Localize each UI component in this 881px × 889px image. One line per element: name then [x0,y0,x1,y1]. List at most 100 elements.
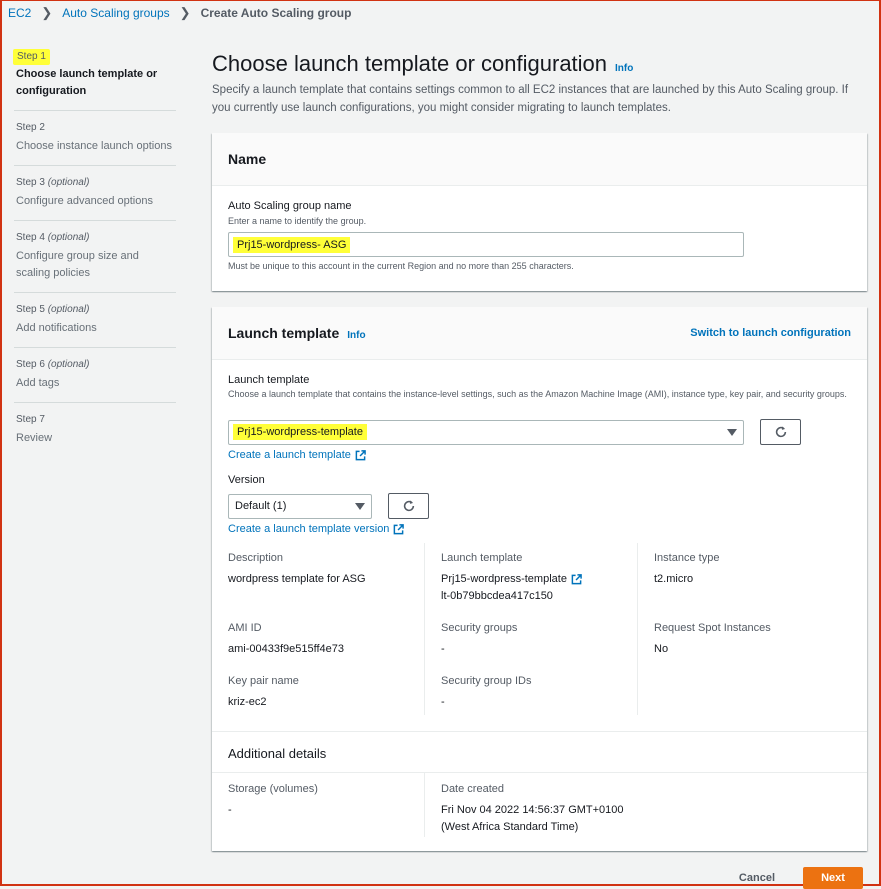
external-link-icon [355,449,366,460]
create-launch-template-text: Create a launch template [228,449,351,461]
detail-value: t2.micro [654,573,694,585]
step-title: Add notifications [16,322,97,334]
step-2: Step 2 Choose instance launch options [14,121,176,155]
step-optional: (optional) [47,177,90,188]
detail-date-created: Date created Fri Nov 04 2022 14:56:37 GM… [441,783,624,836]
step-number: Step 1 [13,49,50,65]
divider [14,220,176,221]
additional-details-title: Additional details [228,746,327,761]
launch-template-selected: Prj15-wordpress-template [233,424,367,440]
page-title-text: Choose launch template or configuration [212,51,608,76]
detail-value: No [654,643,669,655]
detail-key: Security group IDs [441,675,532,687]
detail-value: wordpress template for ASG [228,573,366,585]
info-link[interactable]: Info [615,63,633,74]
asg-name-constraint: Must be unique to this account in the cu… [228,261,574,271]
step-5: Step 5 (optional) Add notifications [14,303,176,337]
launch-template-panel: Launch template Info Switch to launch co… [212,307,867,851]
version-select[interactable]: Default (1) [228,493,372,519]
breadcrumb: EC2 ❯ Auto Scaling groups ❯ Create Auto … [8,5,351,21]
breadcrumb-auto-scaling-groups[interactable]: Auto Scaling groups [62,6,169,20]
launch-template-name: Prj15-wordpress-template [441,573,567,585]
detail-key: Key pair name [228,675,299,687]
refresh-launch-templates-button[interactable] [760,419,801,445]
refresh-icon [403,500,414,512]
caret-down-icon [727,428,737,436]
panel-title: Name [228,151,267,167]
step-6: Step 6 (optional) Add tags [14,358,176,392]
create-launch-template-link[interactable]: Create a launch template [228,449,366,461]
step-number: Step 7 [16,414,45,425]
column-divider [424,543,425,715]
detail-value: - [441,643,445,655]
launch-template-label: Launch template [228,374,310,386]
detail-instance-type: Instance type t2.micro [654,552,719,588]
divider [14,347,176,348]
step-number: Step 4 [16,232,45,243]
refresh-versions-button[interactable] [388,493,429,519]
step-optional: (optional) [47,304,90,315]
step-number: Step 5 [16,304,45,315]
divider [14,110,176,111]
create-launch-template-version-text: Create a launch template version [228,523,390,535]
detail-value: (West Africa Standard Time) [441,821,579,833]
divider [14,292,176,293]
step-number: Step 3 [16,177,45,188]
launch-template-detail-link[interactable]: Prj15-wordpress-template [441,571,582,588]
launch-template-hint: Choose a launch template that contains t… [228,389,847,399]
detail-key: Instance type [654,552,720,564]
external-link-icon [394,523,405,534]
detail-request-spot: Request Spot Instances No [654,622,771,658]
chevron-right-icon: ❯ [41,5,53,20]
caret-down-icon [355,502,365,510]
step-title: Configure group size and scaling policie… [16,250,139,279]
switch-to-launch-configuration-link[interactable]: Switch to launch configuration [690,327,851,339]
refresh-icon [775,426,786,438]
detail-value: - [441,696,445,708]
wizard-steps: Step 1 Choose launch template or configu… [13,49,176,447]
step-title: Add tags [16,377,60,389]
detail-key: Security groups [441,622,518,634]
breadcrumb-ec2[interactable]: EC2 [8,6,31,20]
detail-storage: Storage (volumes) - [228,783,318,819]
detail-ami-id: AMI ID ami-00433f9e515ff4e73 [228,622,344,658]
launch-template-select[interactable]: Prj15-wordpress-template [228,419,744,445]
step-number: Step 6 [16,359,45,370]
version-label: Version [228,474,265,486]
step-3: Step 3 (optional) Configure advanced opt… [14,176,176,210]
step-optional: (optional) [47,359,90,370]
detail-key: Date created [441,783,504,795]
panel-header: Name [212,133,867,186]
panel-header: Launch template Info Switch to launch co… [212,307,867,360]
create-launch-template-version-link[interactable]: Create a launch template version [228,523,405,535]
panel-title-text: Launch template [228,325,340,341]
detail-security-groups: Security groups - [441,622,517,658]
detail-key: Request Spot Instances [654,622,771,634]
detail-value: - [228,804,232,816]
asg-name-hint: Enter a name to identify the group. [228,216,367,226]
divider [14,402,176,403]
cancel-button[interactable]: Cancel [739,872,775,884]
page-title: Choose launch template or configuration … [212,51,633,77]
name-panel: Name Auto Scaling group name Enter a nam… [212,133,867,291]
step-1: Step 1 Choose launch template or configu… [13,49,176,100]
detail-key-pair: Key pair name kriz-ec2 [228,675,299,711]
detail-value: ami-00433f9e515ff4e73 [228,643,345,655]
step-4: Step 4 (optional) Configure group size a… [14,231,176,282]
detail-description: Description wordpress template for ASG [228,552,366,588]
step-title: Choose instance launch options [16,140,172,152]
detail-security-group-ids: Security group IDs - [441,675,531,711]
detail-key: Storage (volumes) [228,783,318,795]
asg-name-input[interactable]: Prj15-wordpress- ASG [228,232,744,257]
asg-name-value: Prj15-wordpress- ASG [233,236,351,253]
info-link[interactable]: Info [347,330,365,341]
version-selected: Default (1) [235,500,287,512]
panel-title: Launch template Info [228,325,366,341]
breadcrumb-current: Create Auto Scaling group [200,6,352,20]
asg-name-label: Auto Scaling group name [228,200,352,212]
column-divider [637,543,638,715]
launch-template-id: lt-0b79bbcdea417c150 [441,590,553,602]
chevron-right-icon: ❯ [179,5,191,20]
step-number: Step 2 [16,122,45,133]
divider [14,165,176,166]
